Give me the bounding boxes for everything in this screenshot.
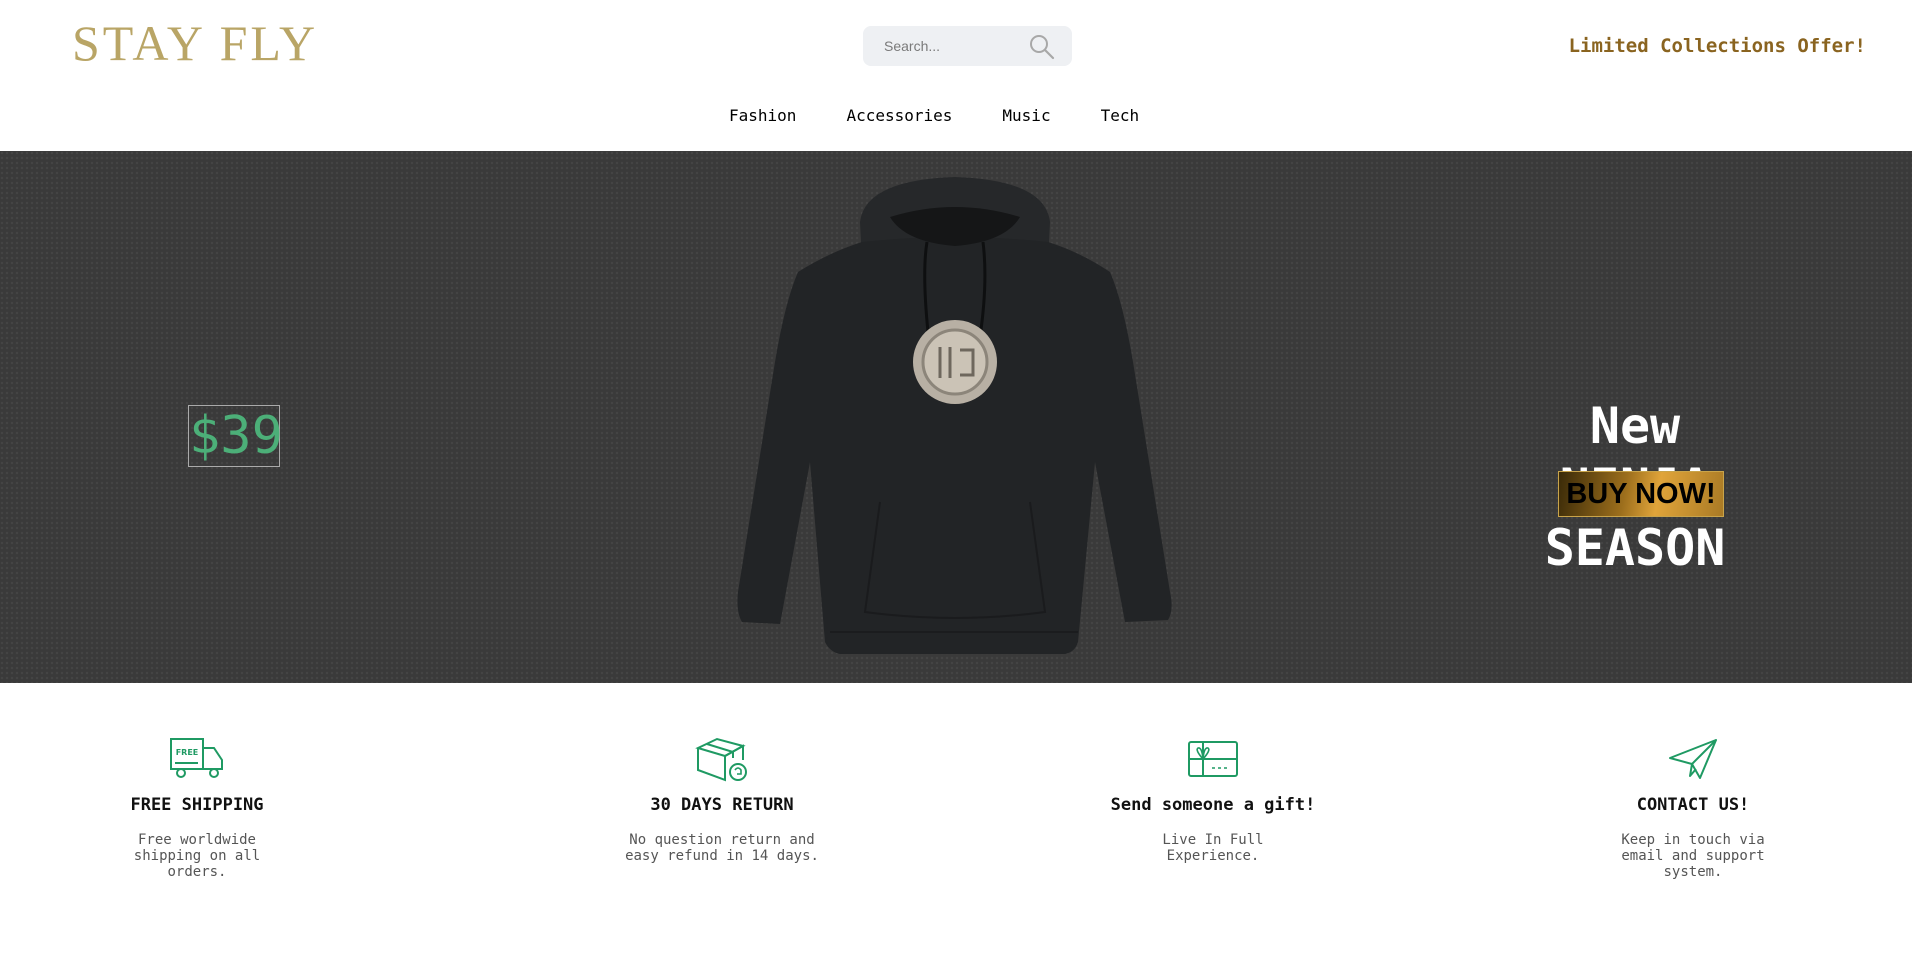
nav-item-fashion[interactable]: Fashion [729, 106, 796, 125]
feature-text: Live In Full Experience. [1162, 832, 1264, 864]
feature-30-days-return: 30 DAYS RETURN No question return and ea… [602, 683, 842, 864]
gift-card-icon [1188, 741, 1238, 777]
paper-plane-icon [1669, 739, 1717, 779]
limited-offer-link[interactable]: Limited Collections Offer! [1569, 35, 1866, 57]
feature-text: Keep in touch via email and support syst… [1621, 832, 1765, 880]
free-badge-text: FREE [176, 748, 199, 757]
nav-item-accessories[interactable]: Accessories [846, 106, 952, 125]
feature-text: No question return and easy refund in 14… [625, 832, 819, 864]
feature-contact-us[interactable]: CONTACT US! Keep in touch via email and … [1573, 683, 1813, 880]
feature-send-gift: Send someone a gift! Live In Full Experi… [1093, 683, 1333, 864]
site-header: STAY FLY Limited Collections Offer! Fash… [0, 0, 1912, 151]
features-section: FREE FREE SHIPPING Free worldwide shippi… [0, 683, 1912, 956]
price-tag: $39 [188, 405, 283, 467]
truck-icon: FREE [170, 738, 223, 778]
site-logo[interactable]: STAY FLY [72, 14, 318, 72]
feature-title: Send someone a gift! [1110, 795, 1316, 815]
feature-title: 30 DAYS RETURN [650, 795, 794, 815]
feature-free-shipping: FREE FREE SHIPPING Free worldwide shippi… [77, 683, 317, 880]
main-nav: Fashion Accessories Music Tech [729, 106, 1139, 125]
search-input[interactable] [863, 26, 1033, 66]
nav-item-music[interactable]: Music [1002, 106, 1050, 125]
hoodie-image[interactable] [730, 172, 1180, 672]
feature-title: FREE SHIPPING [130, 795, 264, 815]
hero-banner: $39 New NINJA SEASON BUY NOW! [0, 151, 1912, 683]
buy-now-button[interactable]: BUY NOW! [1558, 471, 1724, 517]
headline-line-3: SEASON [1544, 519, 1726, 577]
search-icon[interactable] [1028, 33, 1056, 61]
headline-line-1: New [1589, 397, 1681, 455]
feature-title: CONTACT US! [1636, 795, 1750, 815]
feature-text: Free worldwide shipping on all orders. [133, 832, 261, 880]
nav-item-tech[interactable]: Tech [1101, 106, 1140, 125]
return-box-icon [695, 737, 747, 782]
